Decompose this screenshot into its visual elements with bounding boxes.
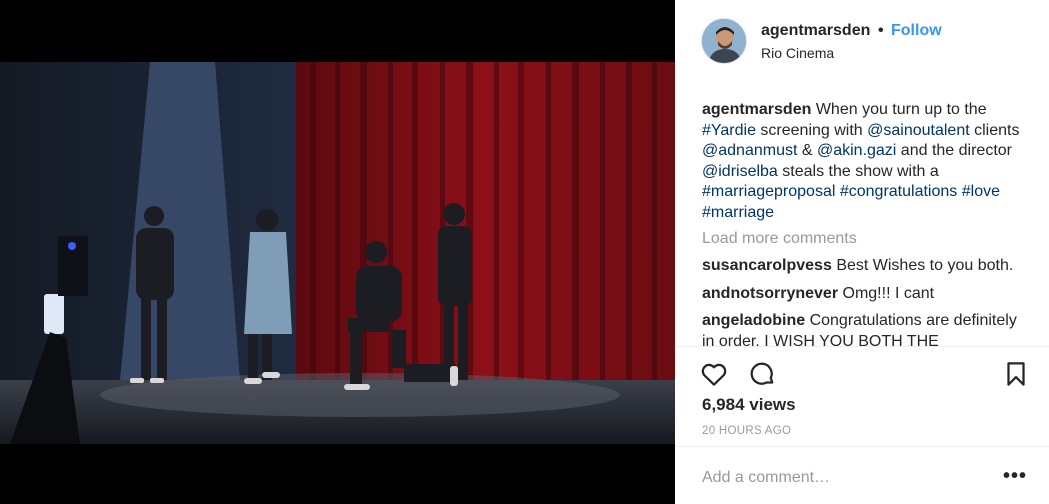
comment-username[interactable]: susancarolpvess: [702, 257, 832, 274]
mention-link[interactable]: @idriselba: [702, 163, 778, 180]
add-comment-bar: •••: [675, 446, 1049, 504]
post-timestamp[interactable]: 20 HOURS AGO: [702, 425, 791, 437]
bookmark-icon[interactable]: [1001, 359, 1031, 389]
caption-text: steals the show with a: [777, 162, 939, 180]
media-frame: [0, 0, 675, 504]
comment-item: angeladobine Congratulations are definit…: [702, 311, 1032, 346]
post-sidebar: agentmarsden • Follow Rio Cinema agentma…: [675, 0, 1049, 504]
view-count[interactable]: 6,984 views: [702, 395, 796, 415]
author-username[interactable]: agentmarsden: [761, 22, 870, 40]
hashtag-link[interactable]: #marriage: [702, 204, 774, 221]
avatar-image: [702, 19, 746, 63]
mention-link[interactable]: @sainoutalent: [867, 122, 970, 139]
comment-username[interactable]: angeladobine: [702, 312, 805, 329]
location-link[interactable]: Rio Cinema: [761, 45, 834, 61]
add-comment-input[interactable]: [702, 469, 992, 487]
post-caption: agentmarsden When you turn up to the #Ya…: [702, 100, 1032, 223]
comment-item: susancarolpvess Best Wishes to you both.: [702, 256, 1032, 277]
caption-text: and the director: [896, 142, 1012, 159]
post-header: agentmarsden • Follow Rio Cinema: [675, 0, 1049, 86]
heart-icon[interactable]: [699, 359, 729, 389]
comment-text: Best Wishes to you both.: [836, 257, 1014, 274]
hashtag-link[interactable]: #Yardie: [702, 122, 756, 139]
load-more-comments-button[interactable]: Load more comments: [702, 229, 1032, 249]
more-options-button[interactable]: •••: [1003, 465, 1027, 488]
hashtag-link[interactable]: #love: [962, 183, 1000, 200]
caption-text: screening with: [755, 121, 868, 139]
author-avatar[interactable]: [701, 18, 747, 64]
hashtag-link[interactable]: #marriageproposal: [702, 183, 835, 200]
mention-link[interactable]: @adnanmust: [702, 142, 797, 159]
comment-text: Omg!!! I cant: [842, 284, 935, 302]
post-media[interactable]: [0, 0, 675, 504]
hashtag-link[interactable]: #congratulations: [840, 183, 957, 200]
action-bar: [675, 346, 1049, 398]
caption-text: When you turn up to the: [811, 101, 987, 118]
caption-username[interactable]: agentmarsden: [702, 101, 811, 118]
separator-dot: •: [878, 22, 884, 39]
comment-icon[interactable]: [747, 359, 777, 389]
comment-username[interactable]: andnotsorrynever: [702, 285, 838, 302]
caption-text: clients: [969, 121, 1020, 139]
caption-text: &: [797, 142, 817, 159]
comments-section[interactable]: agentmarsden When you turn up to the #Ya…: [702, 100, 1032, 346]
comment-item: andnotsorrynever Omg!!! I cant: [702, 284, 1032, 305]
mention-link[interactable]: @akin.gazi: [817, 142, 896, 159]
follow-button[interactable]: Follow: [891, 22, 942, 40]
